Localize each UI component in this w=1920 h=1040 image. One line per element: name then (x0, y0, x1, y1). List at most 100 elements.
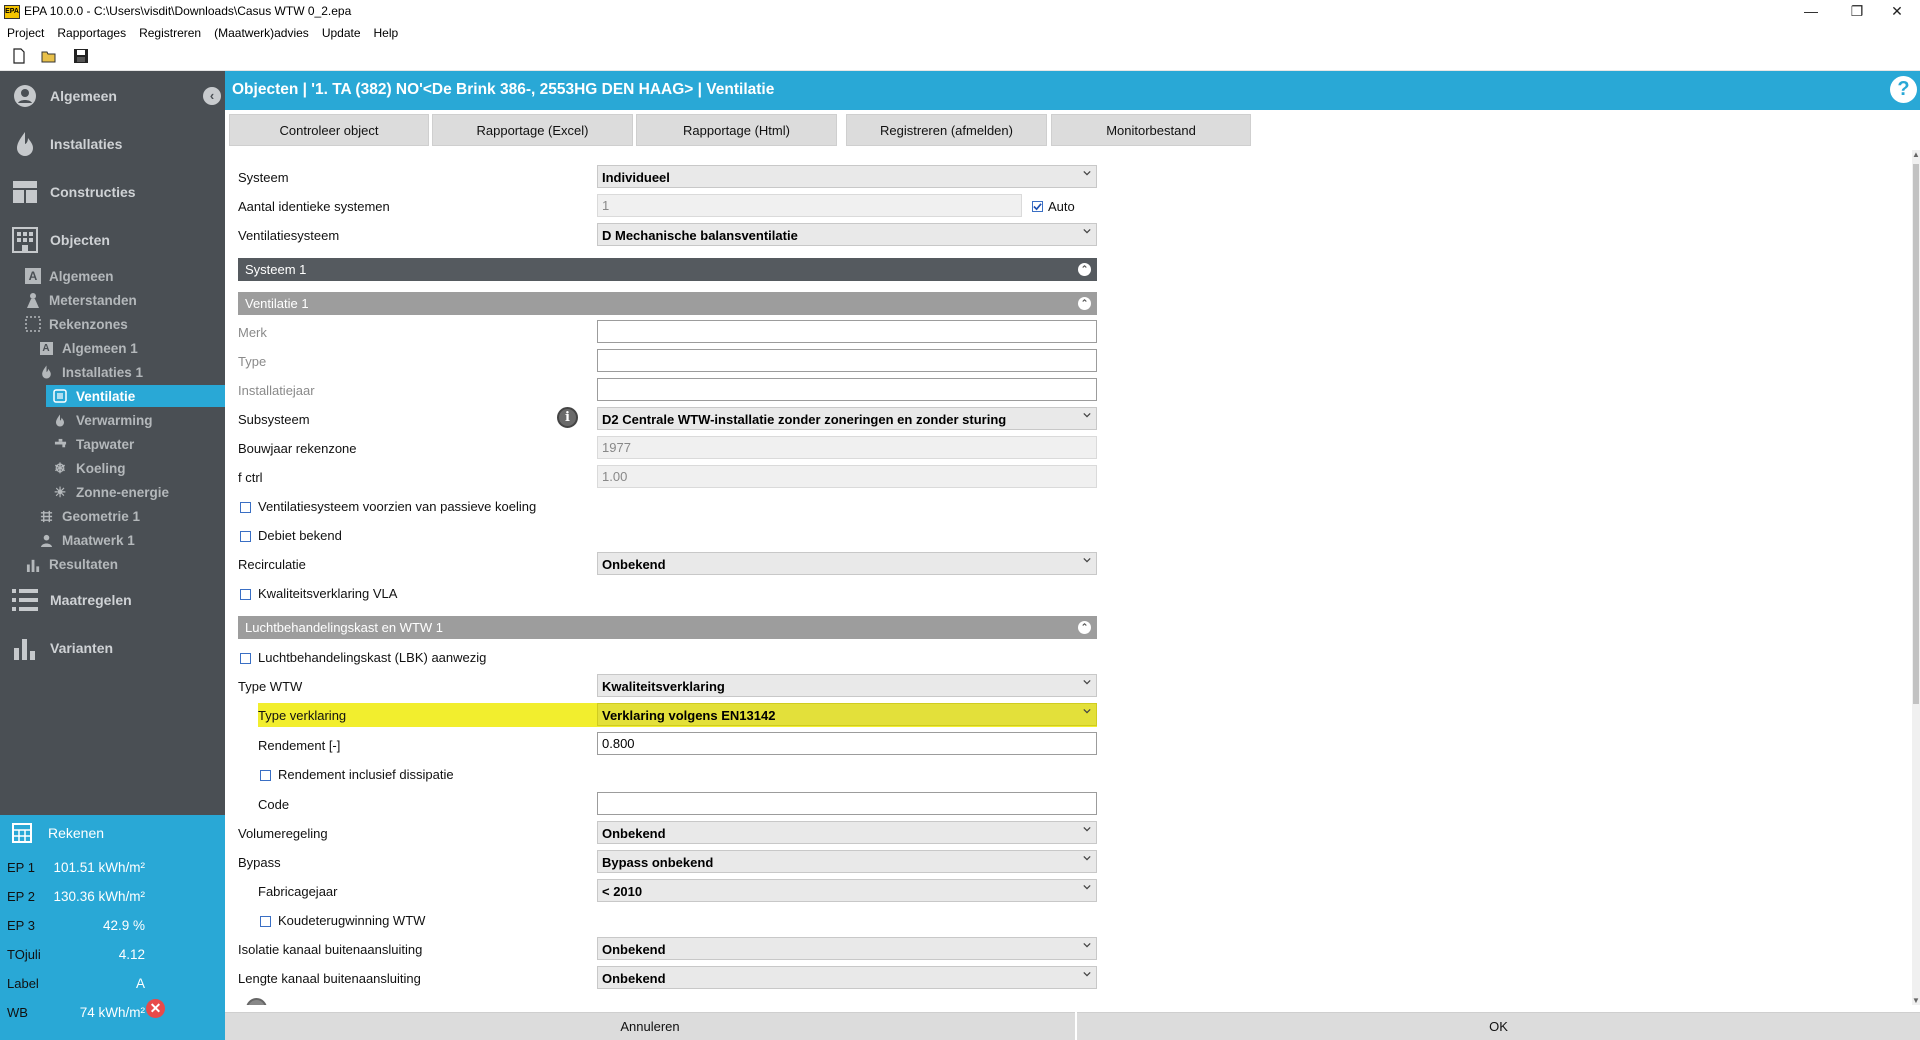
sidebar-item-algemeen[interactable]: Algemeen (12, 81, 117, 111)
sidebar-item-meterstanden[interactable]: Meterstanden (25, 289, 137, 311)
select-value: Onbekend (602, 826, 666, 841)
sidebar-item-varianten[interactable]: Varianten (12, 633, 113, 663)
results-panel: Rekenen EP 1 101.51 kWh/m² EP 2 130.36 k… (0, 815, 225, 1040)
sidebar-item-resultaten[interactable]: Resultaten (25, 553, 118, 575)
section-ventilatie-1[interactable]: Ventilatie 1 ⌃ (238, 292, 1097, 315)
type-wtw-select[interactable]: Kwaliteitsverklaring (597, 674, 1097, 697)
sidebar-item-installaties[interactable]: Installaties (12, 129, 122, 159)
code-input[interactable] (597, 792, 1097, 815)
result-row: Label A (7, 972, 217, 996)
result-row: EP 1 101.51 kWh/m² (7, 856, 217, 880)
debiet-bekend-label: Debiet bekend (258, 528, 342, 543)
collapse-sidebar-icon[interactable]: ‹ (203, 87, 221, 105)
section-systeem-1[interactable]: Systeem 1 ⌃ (238, 258, 1097, 281)
fabricagejaar-select[interactable]: < 2010 (597, 879, 1097, 902)
sidebar-item-zonne-energie[interactable]: ☀ Zonne-energie (52, 481, 169, 503)
section-title: Luchtbehandelingskast en WTW 1 (245, 620, 443, 635)
subsysteem-select[interactable]: D2 Centrale WTW-installatie zonder zoner… (597, 407, 1097, 430)
debiet-bekend-checkbox[interactable] (240, 531, 251, 542)
scroll-down-icon[interactable]: ▼ (1912, 996, 1920, 1005)
close-button[interactable]: ✕ (1874, 0, 1920, 22)
bouwjaar-field[interactable]: 1977 (597, 436, 1097, 459)
isolatie-select[interactable]: Onbekend (597, 937, 1097, 960)
annuleren-button[interactable]: Annuleren (225, 1012, 1075, 1040)
menu-rapportages[interactable]: Rapportages (50, 24, 132, 40)
registreren-afmelden-button[interactable]: Registreren (afmelden) (846, 114, 1047, 146)
kwaliteit-vla-checkbox[interactable] (240, 589, 251, 600)
sidebar-item-geometrie-1[interactable]: Geometrie 1 (38, 505, 140, 527)
sidebar-item-maatregelen[interactable]: Maatregelen (12, 585, 132, 615)
sidebar-item-tapwater[interactable]: Tapwater (52, 433, 134, 455)
type-verklaring-select[interactable]: Verklaring volgens EN13142 (597, 703, 1097, 726)
scrollbar-thumb[interactable] (1913, 164, 1919, 704)
lbk-aanwezig-checkbox[interactable] (240, 653, 251, 664)
menu-help[interactable]: Help (367, 24, 405, 40)
sidebar-item-koeling[interactable]: ❄ Koeling (52, 457, 125, 479)
type-label: Type (238, 354, 267, 369)
fctrl-field[interactable]: 1.00 (597, 465, 1097, 488)
sidebar-item-objecten[interactable]: Objecten (12, 225, 110, 255)
flame-icon (52, 412, 68, 428)
bypass-select[interactable]: Bypass onbekend (597, 850, 1097, 873)
collapse-up-icon[interactable]: ⌃ (1078, 297, 1091, 310)
new-file-icon[interactable] (11, 48, 27, 64)
minimize-button[interactable]: — (1788, 0, 1834, 22)
collapse-up-icon[interactable]: ⌃ (1078, 621, 1091, 634)
merk-label: Merk (238, 325, 267, 340)
sidebar-item-rekenzones[interactable]: Rekenzones (25, 313, 128, 335)
controleer-object-button[interactable]: Controleer object (229, 114, 429, 146)
section-luchtbehandelingskast[interactable]: Luchtbehandelingskast en WTW 1 ⌃ (238, 616, 1097, 639)
rapportage-html-button[interactable]: Rapportage (Html) (636, 114, 837, 146)
scroll-up-icon[interactable]: ▲ (1912, 150, 1920, 159)
rapportage-excel-button[interactable]: Rapportage (Excel) (432, 114, 633, 146)
vertical-scrollbar[interactable]: ▲ ▼ (1912, 150, 1920, 1005)
rendement-input[interactable]: 0.800 (597, 732, 1097, 755)
ok-button[interactable]: OK (1077, 1012, 1920, 1040)
sidebar-item-ventilatie[interactable]: Ventilatie (46, 385, 225, 407)
sidebar-label: Installaties 1 (62, 364, 144, 380)
menu-maatwerkadvies[interactable]: (Maatwerk)advies (207, 24, 315, 40)
menu-update[interactable]: Update (315, 24, 367, 40)
ventilatiesysteem-select[interactable]: D Mechanische balansventilatie (597, 223, 1097, 246)
help-icon[interactable]: ? (1890, 76, 1917, 103)
meter-icon (25, 292, 41, 308)
volumeregeling-select[interactable]: Onbekend (597, 821, 1097, 844)
aantal-field[interactable]: 1 (597, 194, 1022, 217)
lengte-select[interactable]: Onbekend (597, 966, 1097, 989)
title-bar: EPA EPA 10.0.0 - C:\Users\visdit\Downloa… (0, 0, 1920, 24)
sidebar-item-verwarming[interactable]: Verwarming (52, 409, 153, 431)
type-input[interactable] (597, 349, 1097, 372)
select-value: D Mechanische balansventilatie (602, 228, 798, 243)
section-title: Ventilatie 1 (245, 296, 309, 311)
sidebar-item-algemeen-1[interactable]: A Algemeen 1 (38, 337, 138, 359)
installatiejaar-input[interactable] (597, 378, 1097, 401)
sidebar-item-maatwerk-1[interactable]: Maatwerk 1 (38, 529, 135, 551)
open-folder-icon[interactable] (41, 48, 57, 64)
error-x-icon[interactable]: ✕ (146, 999, 165, 1018)
koudeterugwinning-checkbox[interactable] (260, 916, 271, 927)
ventilatiesysteem-label: Ventilatiesysteem (238, 228, 340, 243)
sidebar-item-algemeen-sub[interactable]: A Algemeen (25, 265, 114, 287)
volumeregeling-label: Volumeregeling (238, 826, 328, 841)
sidebar-label: Algemeen 1 (62, 340, 138, 356)
recirculatie-select[interactable]: Onbekend (597, 552, 1097, 575)
monitorbestand-button[interactable]: Monitorbestand (1051, 114, 1251, 146)
section-title: Systeem 1 (245, 262, 307, 277)
menu-registreren[interactable]: Registreren (132, 24, 207, 40)
collapse-up-icon[interactable]: ⌃ (1078, 263, 1091, 276)
lbk-aanwezig-label: Luchtbehandelingskast (LBK) aanwezig (258, 650, 487, 665)
info-icon[interactable]: i (557, 407, 578, 428)
rekenen-button[interactable]: Rekenen (12, 823, 104, 843)
menu-project[interactable]: Project (0, 24, 50, 40)
auto-checkbox[interactable] (1032, 201, 1043, 212)
page-title: Objecten | '1. TA (382) NO'<De Brink 386… (232, 81, 775, 98)
passieve-koeling-checkbox[interactable] (240, 502, 251, 513)
merk-input[interactable] (597, 320, 1097, 343)
sidebar-label: Algemeen (50, 88, 117, 104)
checkmark-icon (1033, 203, 1042, 211)
sidebar-item-constructies[interactable]: Constructies (12, 177, 136, 207)
save-icon[interactable] (73, 48, 89, 64)
rendement-dissipatie-checkbox[interactable] (260, 770, 271, 781)
sidebar-item-installaties-1[interactable]: Installaties 1 (38, 361, 143, 383)
systeem-select[interactable]: Individueel (597, 165, 1097, 188)
